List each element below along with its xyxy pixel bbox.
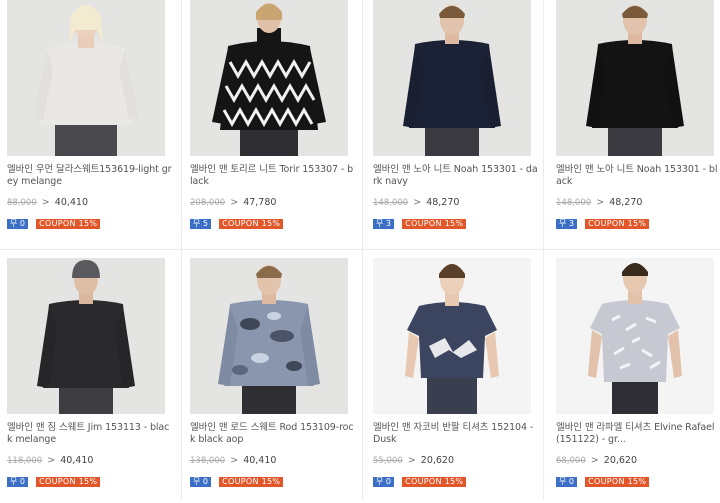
price-row: 208,000 > 47,780 [190,197,276,208]
sale-price: 40,410 [54,197,89,208]
original-price: 88,000 [7,198,37,208]
free-shipping-badge: 무 0 [190,477,211,487]
price-arrow: > [230,197,239,208]
product-title[interactable]: 엘바인 맨 짐 스웨트 Jim 153113 - black melange [7,422,172,446]
coupon-badge: COUPON 15% [36,477,101,487]
price-arrow: > [413,197,422,208]
price-arrow: > [596,197,605,208]
model-navy-knit-image [403,5,501,156]
product-card[interactable]: 엘바인 맨 노아 니트 Noah 153301 - black 148,000 … [549,0,720,245]
original-price: 148,000 [373,198,409,208]
column-divider [362,0,363,500]
price-arrow: > [41,197,50,208]
badge-row: 무 0 COUPON 15% [373,469,467,488]
row-divider [0,249,720,250]
sale-price: 40,410 [243,455,277,466]
coupon-badge: COUPON 15% [402,219,467,229]
price-arrow: > [230,455,239,466]
original-price: 68,000 [556,456,586,466]
model-black-knit-image [586,5,684,156]
price-row: 148,000 > 48,270 [556,197,642,208]
product-title[interactable]: 엘바인 우먼 달라스웨트153619-light grey melange [7,164,172,188]
free-shipping-badge: 무 3 [556,219,577,229]
product-image[interactable] [190,0,348,156]
free-shipping-badge: 무 0 [556,477,577,487]
badge-row: 무 3 COUPON 15% [373,211,467,230]
product-card[interactable]: 엘바인 맨 노아 니트 Noah 153301 - dark navy 148,… [366,0,542,245]
product-card[interactable]: 엘바인 맨 자코비 반팔 티셔츠 152104 - Dusk 55,000 > … [366,258,542,503]
price-row: 138,000 > 40,410 [190,455,276,466]
product-title[interactable]: 엘바인 맨 라파엘 티셔츠 Elvine Rafael(151122) - gr… [556,422,720,446]
product-card[interactable]: 엘바인 맨 짐 스웨트 Jim 153113 - black melange 1… [0,258,176,503]
product-card[interactable]: 엘바인 맨 토리르 니트 Torir 153307 - black 208,00… [183,0,359,245]
price-arrow: > [47,455,56,466]
original-price: 138,000 [190,456,226,466]
product-card[interactable]: 엘바인 맨 라파엘 티셔츠 Elvine Rafael(151122) - gr… [549,258,720,503]
product-title[interactable]: 엘바인 맨 노아 니트 Noah 153301 - dark navy [373,164,538,188]
product-image[interactable] [7,258,165,414]
coupon-badge: COUPON 15% [585,219,650,229]
sale-price: 48,270 [609,197,643,208]
price-arrow: > [590,455,599,466]
product-title[interactable]: 엘바인 맨 자코비 반팔 티셔츠 152104 - Dusk [373,422,538,446]
product-image[interactable] [190,258,348,414]
coupon-badge: COUPON 15% [36,219,101,229]
model-grey-print-tshirt-image [588,263,682,414]
model-black-melange-sweat-image [37,260,135,414]
product-title[interactable]: 엘바인 맨 노아 니트 Noah 153301 - black [556,164,720,188]
free-shipping-badge: 무 5 [190,219,211,229]
product-title[interactable]: 엘바인 맨 로드 스웨트 Rod 153109-rock black aop [190,422,355,446]
column-divider [543,0,544,500]
price-arrow: > [407,455,416,466]
price-row: 118,000 > 40,410 [7,455,93,466]
sale-price: 47,780 [243,197,277,208]
coupon-badge: COUPON 15% [402,477,467,487]
product-image[interactable] [373,258,531,414]
product-grid: 엘바인 우먼 달라스웨트153619-light grey melange 88… [0,0,720,500]
product-image[interactable] [373,0,531,156]
coupon-badge: COUPON 15% [219,219,284,229]
sale-price: 20,620 [603,455,638,466]
free-shipping-badge: 무 0 [373,477,394,487]
model-camo-sweat-image [218,265,320,414]
price-row: 55,000 > 20,620 [373,455,454,466]
price-row: 88,000 > 40,410 [7,197,88,208]
product-image[interactable] [556,258,714,414]
badge-row: 무 0 COUPON 15% [556,469,650,488]
product-card[interactable]: 엘바인 맨 로드 스웨트 Rod 153109-rock black aop 1… [183,258,359,503]
coupon-badge: COUPON 15% [219,477,284,487]
model-dusk-tshirt-image [405,264,499,414]
free-shipping-badge: 무 3 [373,219,394,229]
product-image[interactable] [7,0,165,156]
product-title[interactable]: 엘바인 맨 토리르 니트 Torir 153307 - black [190,164,355,188]
product-image[interactable] [556,0,714,156]
badge-row: 무 0 COUPON 15% [7,469,101,488]
free-shipping-badge: 무 0 [7,477,28,487]
original-price: 118,000 [7,456,43,466]
original-price: 55,000 [373,456,403,466]
price-row: 68,000 > 20,620 [556,455,637,466]
original-price: 208,000 [190,198,226,208]
coupon-badge: COUPON 15% [585,477,650,487]
badge-row: 무 3 COUPON 15% [556,211,650,230]
product-card[interactable]: 엘바인 우먼 달라스웨트153619-light grey melange 88… [0,0,176,245]
badge-row: 무 0 COUPON 15% [190,469,284,488]
sale-price: 40,410 [60,455,94,466]
free-shipping-badge: 무 0 [7,219,28,229]
sale-price: 48,270 [426,197,460,208]
badge-row: 무 0 COUPON 15% [7,211,101,230]
model-light-grey-sweater-image [33,5,139,156]
badge-row: 무 5 COUPON 15% [190,211,284,230]
price-row: 148,000 > 48,270 [373,197,459,208]
column-divider [181,0,182,500]
sale-price: 20,620 [420,455,455,466]
model-patterned-knit-image [212,3,326,156]
original-price: 148,000 [556,198,592,208]
